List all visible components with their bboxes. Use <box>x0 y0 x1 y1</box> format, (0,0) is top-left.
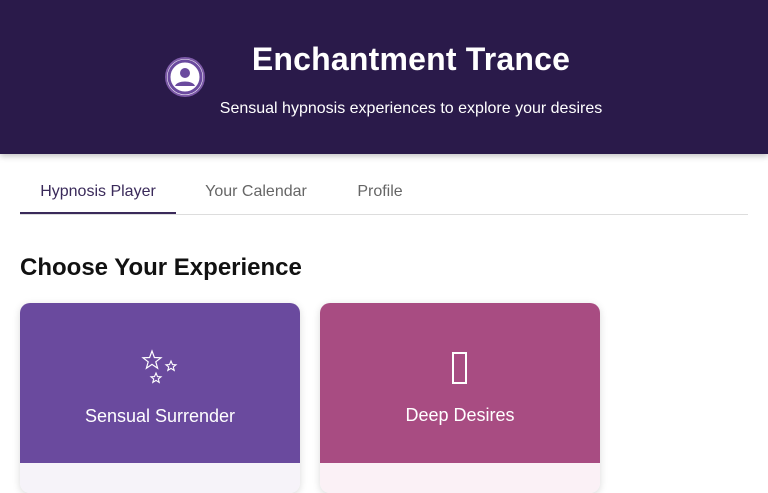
experience-card-deep-desires[interactable]: Deep Desires <box>320 303 600 493</box>
tab-bar: Hypnosis Player Your Calendar Profile <box>20 170 748 215</box>
card-header: Sensual Surrender <box>20 303 300 463</box>
app-header: Enchantment Trance Sensual hypnosis expe… <box>0 0 768 154</box>
experience-card-sensual-surrender[interactable]: Sensual Surrender <box>20 303 300 493</box>
tab-profile[interactable]: Profile <box>337 170 423 214</box>
sparkle-stars-icon <box>20 349 300 389</box>
card-header: Deep Desires <box>320 303 600 463</box>
tab-hypnosis-player[interactable]: Hypnosis Player <box>20 170 176 214</box>
card-footer <box>20 463 300 493</box>
section-title: Choose Your Experience <box>20 254 302 281</box>
card-label: Deep Desires <box>405 405 515 425</box>
page-subtitle: Sensual hypnosis experiences to explore … <box>219 100 603 117</box>
card-footer <box>320 463 600 493</box>
missing-glyph-icon <box>320 347 600 391</box>
tab-your-calendar[interactable]: Your Calendar <box>185 170 327 214</box>
page-title: Enchantment Trance <box>251 41 571 77</box>
card-label: Sensual Surrender <box>84 406 236 426</box>
